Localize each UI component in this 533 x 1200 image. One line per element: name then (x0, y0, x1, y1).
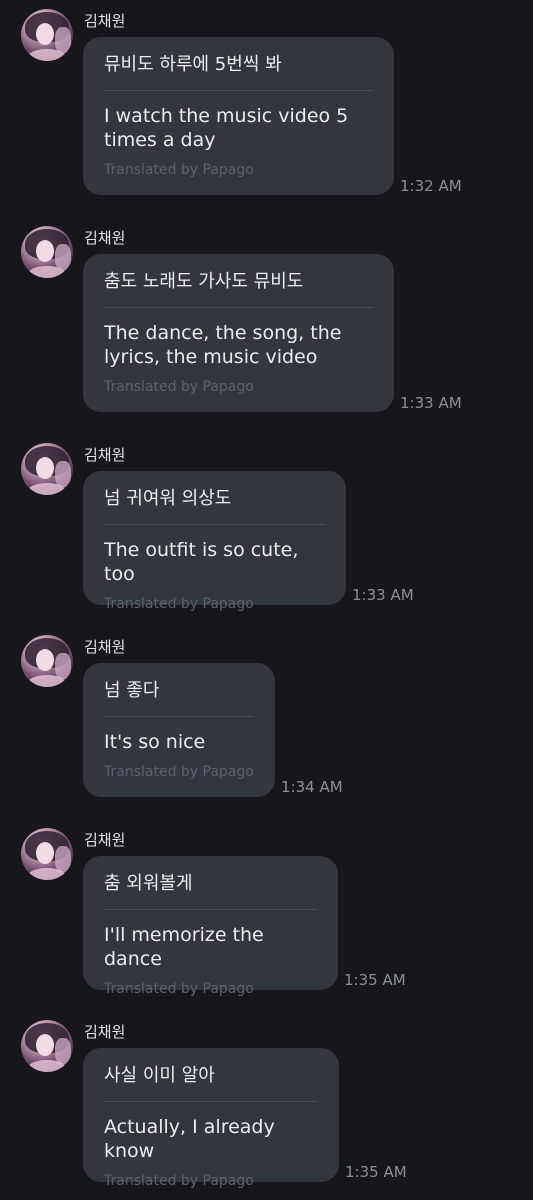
message-bubble[interactable]: 춤 외워볼게 I'll memorize the dance Translate… (83, 856, 338, 997)
message-bubble[interactable]: 춤도 노래도 가사도 뮤비도 The dance, the song, the … (83, 254, 394, 412)
original-text: 뮤비도 하루에 5번씩 봐 (104, 53, 373, 91)
message-timestamp: 1:33 AM (352, 586, 414, 604)
translated-text: I'll memorize the dance (104, 924, 264, 970)
translated-text: The outfit is so cute, too (104, 539, 299, 585)
message-timestamp: 1:32 AM (400, 177, 462, 195)
translated-text: Actually, I already know (104, 1116, 275, 1162)
translation-credit: Translated by Papago (104, 596, 254, 612)
message-bubble[interactable]: 뮤비도 하루에 5번씩 봐 I watch the music video 5 … (83, 37, 394, 195)
translation-credit: Translated by Papago (104, 981, 254, 997)
sender-name: 김채원 (84, 1023, 126, 1041)
message-bubble[interactable]: 넘 귀여워 의상도 The outfit is so cute, too Tra… (83, 471, 346, 612)
translated-text: It's so nice (104, 731, 206, 753)
message-bubble[interactable]: 사실 이미 알아 Actually, I already know Transl… (83, 1048, 339, 1189)
avatar[interactable] (21, 635, 73, 687)
avatar[interactable] (21, 9, 73, 61)
original-text: 춤도 노래도 가사도 뮤비도 (104, 270, 373, 308)
sender-name: 김채원 (84, 12, 126, 30)
original-text: 넘 귀여워 의상도 (104, 487, 325, 525)
message-bubble[interactable]: 넘 좋다 It's so nice Translated by Papago (83, 663, 275, 797)
avatar[interactable] (21, 828, 73, 880)
avatar[interactable] (21, 1020, 73, 1072)
sender-name: 김채원 (84, 446, 126, 464)
translation-credit: Translated by Papago (104, 1173, 254, 1189)
message-timestamp: 1:34 AM (281, 778, 343, 796)
translated-text: I watch the music video 5 times a day (104, 105, 349, 151)
message-timestamp: 1:35 AM (345, 1163, 407, 1181)
original-text: 넘 좋다 (104, 679, 254, 717)
message-timestamp: 1:33 AM (400, 394, 462, 412)
translation-credit: Translated by Papago (104, 379, 254, 395)
translated-text: The dance, the song, the lyrics, the mus… (104, 322, 342, 368)
original-text: 사실 이미 알아 (104, 1064, 318, 1102)
sender-name: 김채원 (84, 229, 126, 247)
message-timestamp: 1:35 AM (344, 971, 406, 989)
original-text: 춤 외워볼게 (104, 872, 317, 910)
avatar[interactable] (21, 226, 73, 278)
avatar[interactable] (21, 443, 73, 495)
translation-credit: Translated by Papago (104, 162, 254, 178)
chat-feed[interactable]: 김채원 뮤비도 하루에 5번씩 봐 I watch the music vide… (0, 0, 533, 1200)
sender-name: 김채원 (84, 831, 126, 849)
translation-credit: Translated by Papago (104, 764, 254, 780)
sender-name: 김채원 (84, 638, 126, 656)
